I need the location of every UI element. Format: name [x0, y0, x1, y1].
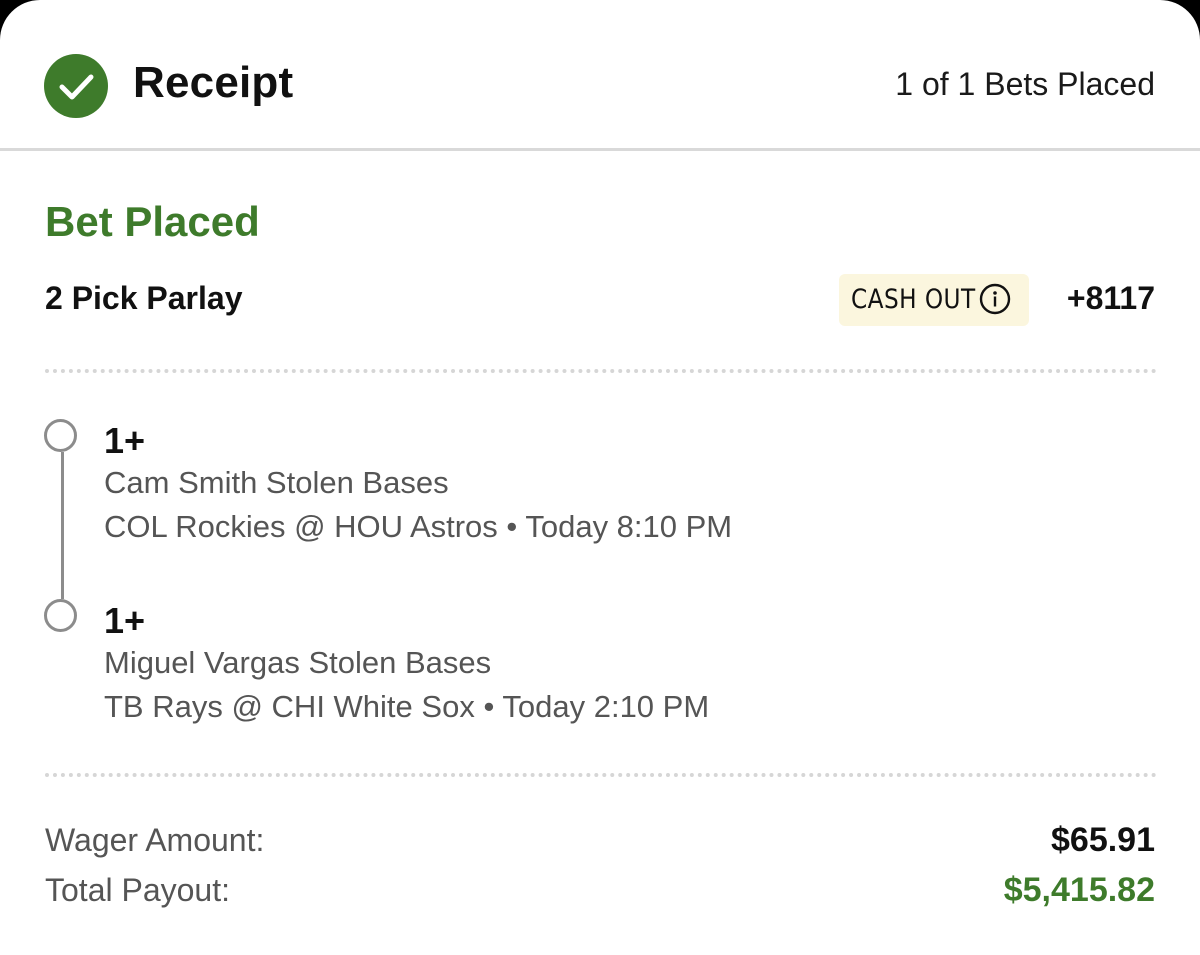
cash-out-label: CASH OUT [851, 284, 976, 315]
parlay-odds: +8117 [1066, 280, 1155, 316]
pick-game-line: TB Rays @ CHI White Sox • Today 2:10 PM [104, 689, 709, 725]
bets-placed-count: 1 of 1 Bets Placed [895, 66, 1155, 102]
total-payout: $5,415.82 [1003, 871, 1155, 909]
wager-label: Wager Amount: [45, 822, 265, 858]
timeline-connector [61, 452, 64, 599]
page-title: Receipt [133, 58, 294, 107]
receipt-header: Receipt 1 of 1 Bets Placed [0, 0, 1200, 151]
pick-status-circle [44, 599, 77, 632]
wager-amount: $65.91 [1051, 821, 1155, 859]
pick-game-line: COL Rockies @ HOU Astros • Today 8:10 PM [104, 509, 732, 545]
separator-dot: • [506, 509, 518, 544]
pick-status-circle [44, 419, 77, 452]
pick-market: Cam Smith Stolen Bases [104, 465, 449, 500]
pick-time: Today 8:10 PM [525, 509, 733, 544]
pick-game: COL Rockies @ HOU Astros [104, 509, 498, 544]
divider [45, 369, 1157, 373]
pick-market: Miguel Vargas Stolen Bases [104, 645, 492, 680]
divider [45, 773, 1157, 777]
pick-value: 1+ [104, 600, 146, 641]
cash-out-button[interactable]: CASH OUT [839, 274, 1029, 326]
pick-value: 1+ [104, 420, 146, 461]
pick-game: TB Rays @ CHI White Sox [104, 689, 475, 724]
bet-status: Bet Placed [45, 198, 260, 245]
receipt-sheet: Receipt 1 of 1 Bets Placed Bet Placed 2 … [0, 0, 1200, 955]
separator-dot: • [483, 689, 495, 724]
payout-label: Total Payout: [45, 872, 230, 908]
info-icon[interactable] [979, 283, 1011, 315]
check-circle-icon [44, 54, 108, 118]
bet-type: 2 Pick Parlay [45, 280, 243, 316]
pick-time: Today 2:10 PM [502, 689, 710, 724]
